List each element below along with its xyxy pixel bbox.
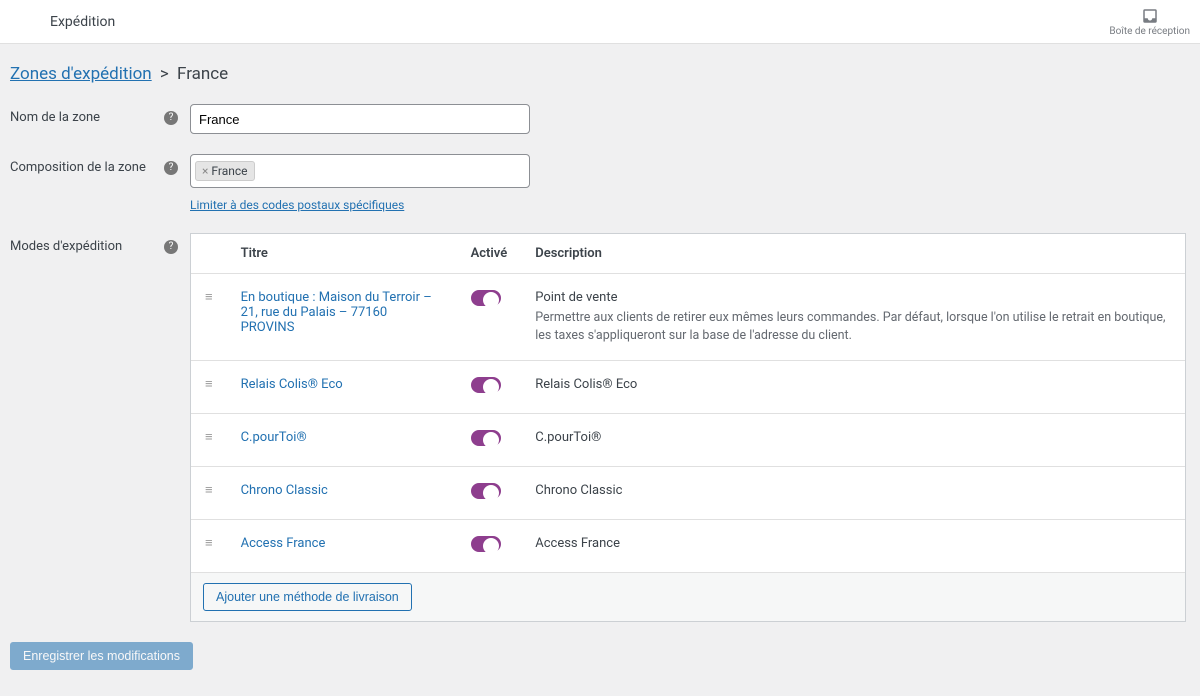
table-row: ≡ Access France Access France: [191, 520, 1185, 573]
table-row: ≡ Chrono Classic Chrono Classic: [191, 467, 1185, 520]
drag-handle-icon[interactable]: ≡: [205, 483, 213, 498]
drag-handle-icon[interactable]: ≡: [205, 377, 213, 392]
drag-handle-icon[interactable]: ≡: [205, 536, 213, 551]
region-tag: × France: [195, 161, 255, 181]
zone-region-label: Composition de la zone: [10, 160, 146, 175]
method-desc-sub: Permettre aux clients de retirer eux mêm…: [535, 309, 1171, 344]
breadcrumb-separator: >: [160, 64, 169, 84]
col-enabled: Activé: [457, 234, 522, 274]
table-row: ≡ En boutique : Maison du Terroir – 21, …: [191, 274, 1185, 361]
col-title: Titre: [227, 234, 457, 274]
method-desc-title: Relais Colis® Eco: [535, 377, 1171, 392]
breadcrumb-current: France: [177, 64, 228, 84]
enabled-toggle[interactable]: [471, 290, 501, 306]
region-select[interactable]: × France: [190, 154, 530, 188]
enabled-toggle[interactable]: [471, 377, 501, 393]
breadcrumb: Zones d'expédition > France: [10, 64, 1190, 84]
table-row: ≡ Relais Colis® Eco Relais Colis® Eco: [191, 361, 1185, 414]
inbox-label: Boîte de réception: [1109, 26, 1190, 37]
enabled-toggle[interactable]: [471, 536, 501, 552]
help-icon[interactable]: ?: [164, 111, 178, 125]
shipping-methods-table: Titre Activé Description ≡ En boutique :…: [190, 233, 1186, 622]
inbox-icon: [1141, 7, 1159, 25]
limit-postcodes-link[interactable]: Limiter à des codes postaux spécifiques: [190, 198, 404, 212]
enabled-toggle[interactable]: [471, 430, 501, 446]
drag-handle-icon[interactable]: ≡: [205, 430, 213, 445]
methods-label: Modes d'expédition: [10, 239, 122, 254]
save-button[interactable]: Enregistrer les modifications: [10, 642, 193, 670]
drag-handle-icon[interactable]: ≡: [205, 290, 213, 305]
inbox-button[interactable]: Boîte de réception: [1109, 7, 1190, 37]
method-title-link[interactable]: Chrono Classic: [241, 483, 328, 498]
method-desc-title: C.pourToi®: [535, 430, 1171, 445]
help-icon[interactable]: ?: [164, 161, 178, 175]
zone-name-input[interactable]: [190, 104, 530, 134]
col-drag: [191, 234, 227, 274]
region-tag-label: France: [211, 164, 247, 178]
method-desc-title: Chrono Classic: [535, 483, 1171, 498]
table-row: ≡ C.pourToi® C.pourToi®: [191, 414, 1185, 467]
method-title-link[interactable]: C.pourToi®: [241, 430, 307, 445]
close-icon[interactable]: ×: [202, 164, 208, 178]
topbar: Expédition Boîte de réception: [0, 0, 1200, 44]
method-desc-title: Point de vente: [535, 290, 1171, 305]
col-description: Description: [521, 234, 1185, 274]
method-title-link[interactable]: Relais Colis® Eco: [241, 377, 343, 392]
page-heading: Expédition: [50, 14, 115, 30]
zone-name-label: Nom de la zone: [10, 110, 100, 125]
add-shipping-method-button[interactable]: Ajouter une méthode de livraison: [203, 583, 412, 611]
method-title-link[interactable]: En boutique : Maison du Terroir – 21, ru…: [241, 290, 432, 335]
enabled-toggle[interactable]: [471, 483, 501, 499]
method-title-link[interactable]: Access France: [241, 536, 326, 551]
breadcrumb-root[interactable]: Zones d'expédition: [10, 64, 152, 84]
method-desc-title: Access France: [535, 536, 1171, 551]
help-icon[interactable]: ?: [164, 240, 178, 254]
